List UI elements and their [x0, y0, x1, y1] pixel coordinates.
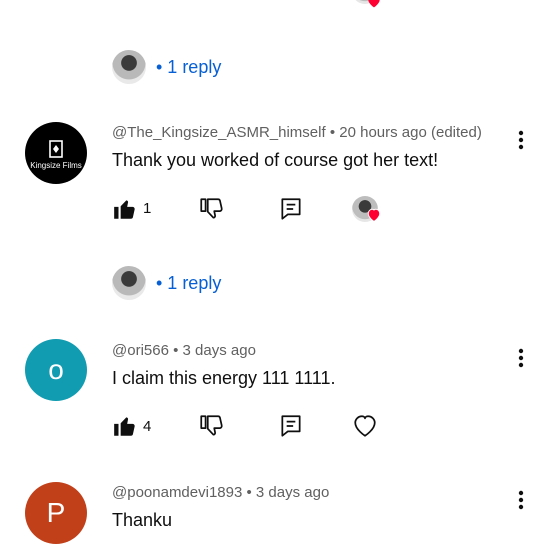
- creator-heart-badge: [352, 196, 382, 224]
- comment-icon[interactable]: [278, 196, 304, 222]
- comment-meta: @poonamdevi1893 • 3 days ago: [112, 484, 329, 501]
- more-vert-icon: [518, 348, 524, 368]
- avatar[interactable]: P: [25, 482, 87, 544]
- avatar-letter: o: [48, 354, 64, 385]
- comment-icon[interactable]: [278, 413, 304, 439]
- more-options-button[interactable]: [509, 488, 533, 512]
- view-replies-link[interactable]: • 1 reply: [156, 57, 221, 78]
- comment-timestamp: • 3 days ago: [173, 342, 256, 359]
- avatar-logo-text: Kingsize Films: [30, 161, 82, 170]
- comment-meta: @The_Kingsize_ASMR_himself • 20 hours ag…: [112, 124, 482, 141]
- comment-author-handle[interactable]: @ori566: [112, 342, 169, 359]
- comment-text: Thanku: [112, 510, 173, 530]
- thumb-up-icon[interactable]: [112, 413, 138, 439]
- red-heart-icon: [367, 208, 381, 222]
- comment-timestamp: • 20 hours ago (edited): [329, 124, 482, 141]
- more-vert-icon: [518, 130, 524, 150]
- reply-author-avatar: [112, 266, 146, 300]
- thumb-down-icon[interactable]: [198, 196, 224, 222]
- avatar[interactable]: Kingsize Films: [25, 122, 87, 184]
- more-options-button[interactable]: [509, 346, 533, 370]
- thumb-down-icon[interactable]: [198, 413, 224, 439]
- more-options-button[interactable]: [509, 128, 533, 152]
- view-replies-row[interactable]: • 1 reply: [112, 50, 221, 84]
- red-heart-icon: [368, 0, 380, 8]
- comment-timestamp: • 3 days ago: [246, 484, 330, 501]
- thumb-up-icon[interactable]: [112, 196, 138, 222]
- comment-author-handle[interactable]: @The_Kingsize_ASMR_himself: [112, 124, 326, 141]
- avatar[interactable]: o: [25, 339, 87, 401]
- more-vert-icon: [518, 490, 524, 510]
- like-count: 1: [143, 200, 152, 217]
- comment-text: I claim this energy 111 1111.: [112, 368, 336, 388]
- film-logo-icon: [49, 140, 63, 158]
- view-replies-link[interactable]: • 1 reply: [156, 273, 221, 294]
- reply-author-avatar: [112, 50, 146, 84]
- comment-author-handle[interactable]: @poonamdevi1893: [112, 484, 242, 501]
- avatar-letter: P: [46, 497, 66, 528]
- view-replies-row[interactable]: • 1 reply: [112, 266, 221, 300]
- comment-meta: @ori566 • 3 days ago: [112, 342, 256, 359]
- partial-action-row: [112, 0, 392, 6]
- heart-icon[interactable]: [352, 413, 378, 439]
- comment-text: Thank you worked of course got her text!: [112, 150, 439, 170]
- like-count: 4: [143, 418, 152, 435]
